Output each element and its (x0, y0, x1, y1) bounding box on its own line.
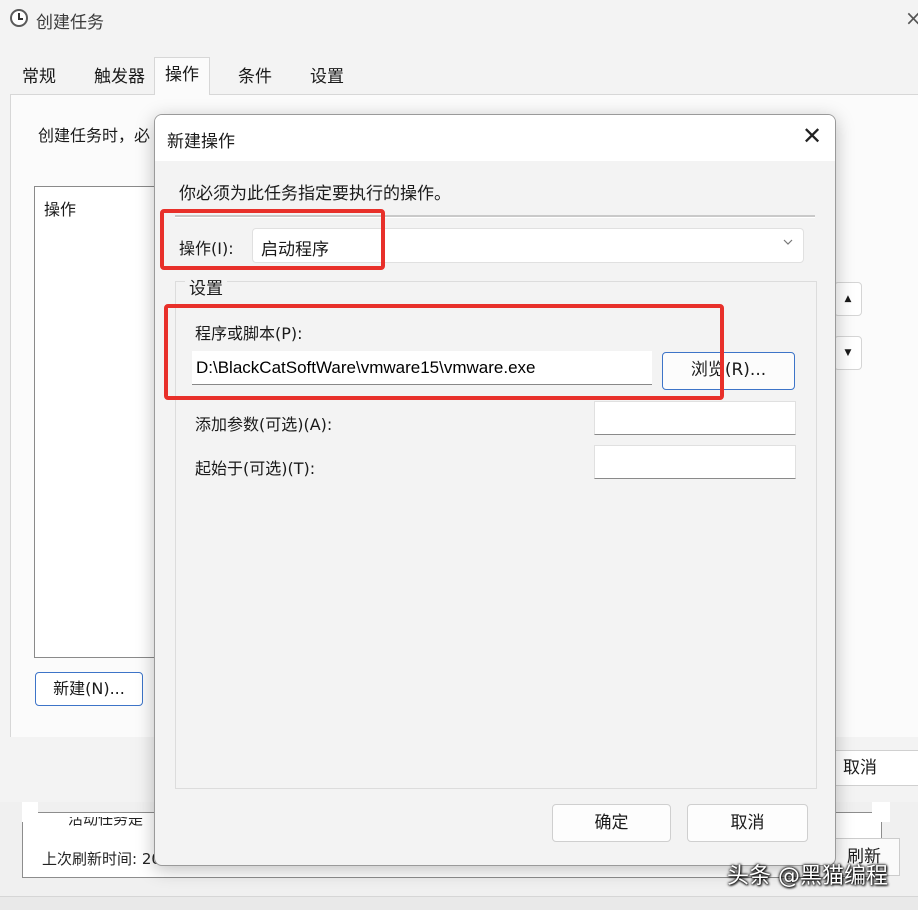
dialog-title-bar (155, 115, 835, 161)
action-highlight-box (160, 209, 385, 270)
ok-button[interactable]: 确定 (552, 804, 671, 842)
tab-conditions[interactable]: 条件 (228, 60, 282, 94)
actions-list[interactable] (34, 186, 166, 658)
task-scheduler-icon (10, 9, 28, 27)
background-scroll-edge-right (872, 802, 890, 822)
move-down-button[interactable]: ▼ (834, 336, 862, 370)
background-scroll-edge (22, 802, 38, 822)
parent-close-icon[interactable]: × (905, 6, 918, 30)
settings-group-title: 设置 (185, 274, 227, 299)
dialog-close-icon[interactable]: ✕ (797, 121, 827, 151)
tab-triggers[interactable]: 触发器 (84, 60, 155, 94)
parent-window-title: 创建任务 (36, 13, 104, 33)
actions-list-header: 操作 (44, 200, 77, 219)
tab-settings[interactable]: 设置 (300, 60, 354, 94)
add-arguments-label: 添加参数(可选)(A): (195, 415, 333, 434)
tab-actions[interactable]: 操作 (154, 57, 210, 96)
chevron-down-icon (783, 236, 793, 249)
watermark: 头条 @黑猫编程 (727, 864, 888, 889)
new-action-button[interactable]: 新建(N)... (35, 672, 143, 706)
panel-description: 创建任务时，必 (38, 126, 151, 145)
dialog-instruction: 你必须为此任务指定要执行的操作。 (179, 184, 451, 204)
background-bottom-strip (0, 896, 918, 910)
move-up-button[interactable]: ▲ (834, 282, 862, 316)
dialog-cancel-button[interactable]: 取消 (687, 804, 808, 842)
parent-title-bar (0, 0, 918, 42)
dialog-title: 新建操作 (167, 132, 235, 152)
tab-general[interactable]: 常规 (12, 60, 66, 94)
program-highlight-box (164, 304, 724, 400)
add-arguments-input[interactable] (594, 401, 796, 435)
start-in-input[interactable] (594, 445, 796, 479)
parent-cancel-button[interactable]: 取消 (834, 750, 918, 786)
start-in-label: 起始于(可选)(T): (195, 459, 316, 478)
